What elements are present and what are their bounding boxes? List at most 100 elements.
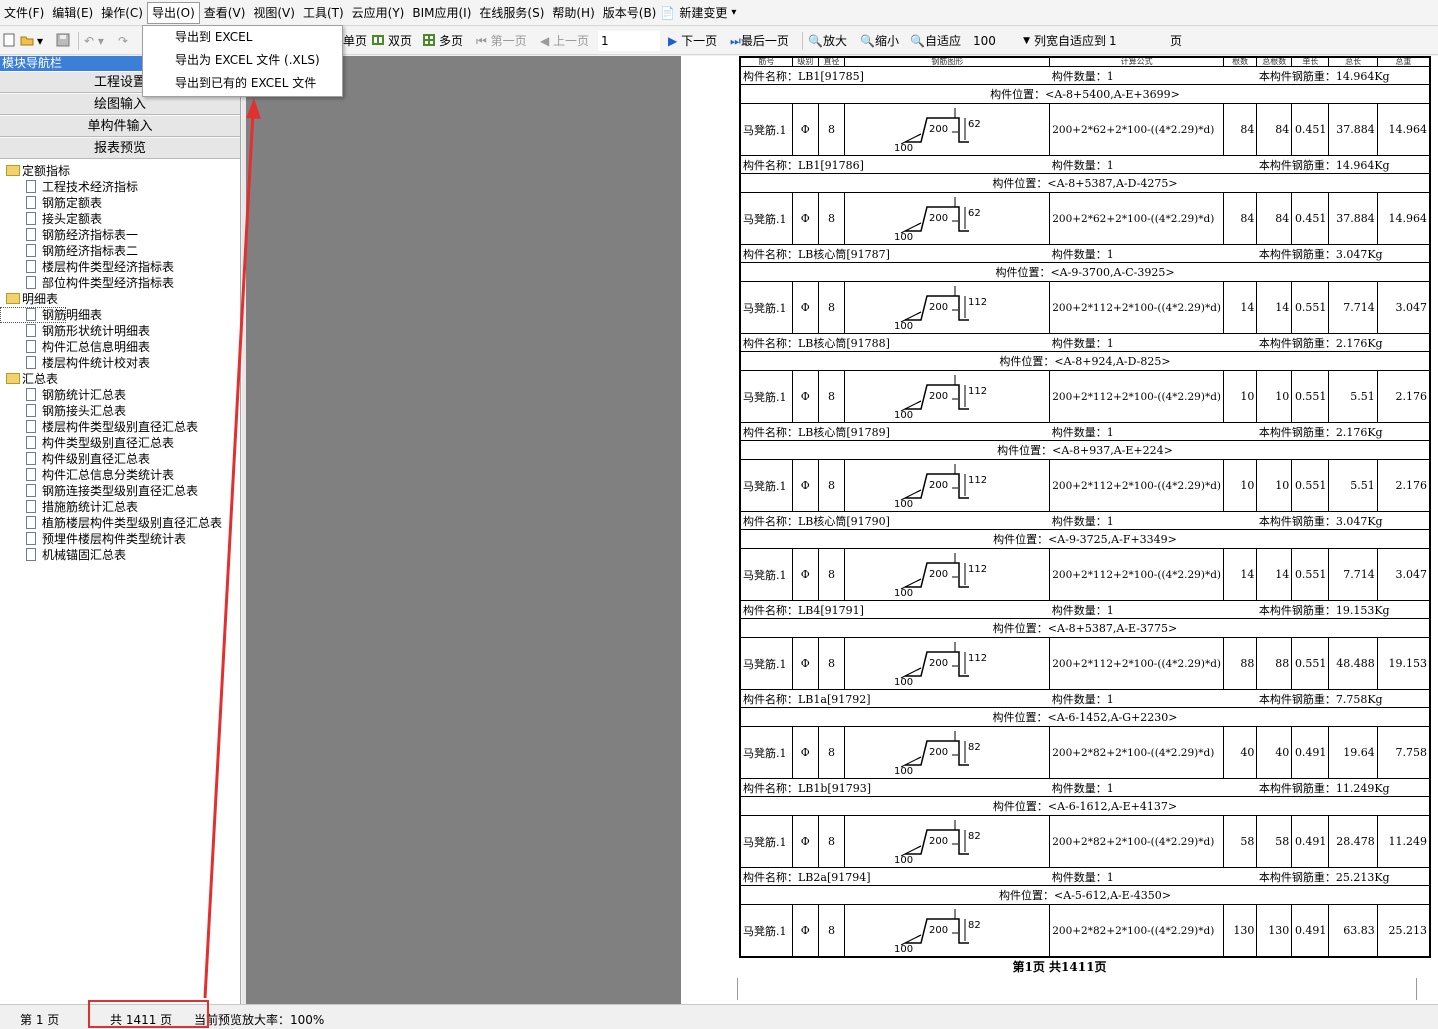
component-name: LB核心筒[91787] bbox=[798, 247, 890, 261]
tree-item[interactable]: 植筋楼层构件类型级别直径汇总表 bbox=[0, 515, 240, 531]
tree-item[interactable]: 接头定额表 bbox=[0, 211, 240, 227]
document-icon bbox=[26, 516, 36, 529]
export-dropdown: 导出到 EXCEL 导出为 EXCEL 文件 (.XLS) 导出到已有的 EXCEL… bbox=[142, 25, 343, 97]
dim-c: 100 bbox=[894, 944, 913, 953]
tree-item[interactable]: 措施筋统计汇总表 bbox=[0, 499, 240, 515]
menu-item-8[interactable]: BIM应用(I) bbox=[408, 2, 475, 24]
component-position-cell: 构件位置：<A-8+937,A-E+224> bbox=[739, 440, 1431, 460]
menu-item-4[interactable]: 查看(V) bbox=[200, 2, 250, 24]
bar-count: 14 bbox=[1223, 281, 1258, 334]
tree-folder[interactable]: 汇总表 bbox=[0, 371, 240, 387]
next-page-button[interactable]: ▶ 下一页 bbox=[668, 32, 717, 50]
single-page-button[interactable]: 单页 bbox=[343, 32, 367, 50]
tree-item-label: 钢筋接头汇总表 bbox=[42, 404, 127, 418]
tree-item[interactable]: 构件级别直径汇总表 bbox=[0, 451, 240, 467]
bar-weight: 7.758 bbox=[1376, 726, 1431, 779]
menu-item-5[interactable]: 视图(V) bbox=[249, 2, 299, 24]
export-menu-item-2[interactable]: 导出到已有的 EXCEL 文件 bbox=[143, 72, 342, 95]
component-position-row: 构件位置：<A-6-1452,A-G+2230> bbox=[739, 707, 1431, 727]
bar-name: 马凳筋.1 bbox=[739, 281, 793, 334]
menu-item-9[interactable]: 在线服务(S) bbox=[475, 2, 548, 24]
save-icon[interactable] bbox=[56, 32, 73, 50]
menu-item-12[interactable]: 新建变更 bbox=[675, 2, 731, 24]
dim-b: 82 bbox=[968, 831, 981, 842]
dim-a: 200 bbox=[929, 124, 948, 135]
component-count-label: 构件数量： bbox=[1051, 870, 1107, 884]
bar-weight: 19.153 bbox=[1376, 637, 1431, 690]
menu-item-0[interactable]: 文件(F) bbox=[0, 2, 48, 24]
component-weight-label: 本构件钢筋重： bbox=[1258, 69, 1336, 83]
menu-item-1[interactable]: 编辑(E) bbox=[48, 2, 97, 24]
tree-item[interactable]: 工程技术经济指标 bbox=[0, 179, 240, 195]
tree-item[interactable]: 楼层构件类型经济指标表 bbox=[0, 259, 240, 275]
tree-item[interactable]: 构件类型级别直径汇总表 bbox=[0, 435, 240, 451]
table-row: 马凳筋.1 Φ 8 200 82 100 200+2*82+2*100-((4*2.29)*… bbox=[739, 904, 1431, 958]
redo-icon[interactable]: ↷ bbox=[118, 32, 128, 50]
tree-item[interactable]: 钢筋形状统计明细表 bbox=[0, 323, 240, 339]
tree-item[interactable]: 钢筋连接类型级别直径汇总表 bbox=[0, 483, 240, 499]
bar-total-length: 37.884 bbox=[1328, 103, 1378, 156]
tree-folder[interactable]: 定额指标 bbox=[0, 163, 240, 179]
tree-item[interactable]: 构件汇总信息明细表 bbox=[0, 339, 240, 355]
undo-icon[interactable]: ↶ ▾ bbox=[84, 32, 104, 50]
component-weight: 11.249Kg bbox=[1335, 781, 1390, 795]
zoom-out-label: 缩小 bbox=[874, 34, 899, 48]
menu-item-6[interactable]: 工具(T) bbox=[299, 2, 348, 24]
zoom-in-button[interactable]: 🔍放大 bbox=[808, 32, 847, 50]
bar-unit-length: 0.491 bbox=[1291, 815, 1330, 868]
prev-page-button[interactable]: ◀ 上一页 bbox=[540, 32, 589, 50]
double-page-button[interactable]: 双页 bbox=[371, 32, 412, 50]
nav-button-2[interactable]: 单构件输入 bbox=[0, 115, 240, 137]
chevron-down-icon[interactable]: ▾ bbox=[731, 7, 736, 18]
last-page-button[interactable]: ⏭最后一页 bbox=[730, 32, 789, 50]
menu-item-11[interactable]: 版本号(B) bbox=[599, 2, 661, 24]
tree-item[interactable]: 构件汇总信息分类统计表 bbox=[0, 467, 240, 483]
zoom-select[interactable]: 100 ▼ bbox=[970, 31, 1032, 51]
open-folder-icon[interactable]: ▾ bbox=[20, 32, 43, 50]
component-count-label: 构件数量： bbox=[1051, 692, 1107, 706]
tree-item[interactable]: 钢筋统计汇总表 bbox=[0, 387, 240, 403]
bar-name: 马凳筋.1 bbox=[739, 637, 793, 690]
component-weight-cell: 本构件钢筋重：19.153Kg bbox=[1256, 600, 1431, 619]
page-unit-label: 页 bbox=[1170, 34, 1183, 48]
table-header-cell: 单长 bbox=[1291, 56, 1330, 67]
tree-item[interactable]: 楼层构件类型级别直径汇总表 bbox=[0, 419, 240, 435]
menu-bar: 文件(F) 编辑(E) 操作(C) 导出(O) 查看(V) 视图(V) 工具(T) 云应用(Y… bbox=[0, 0, 1438, 26]
component-position-row: 构件位置：<A-8+5400,A-E+3699> bbox=[739, 84, 1431, 104]
tree-item[interactable]: 楼层构件统计校对表 bbox=[0, 355, 240, 371]
tree-item[interactable]: 钢筋明细表 bbox=[0, 307, 102, 323]
tree-item[interactable]: 钢筋定额表 bbox=[0, 195, 240, 211]
new-file-icon[interactable] bbox=[2, 32, 19, 50]
tree-item[interactable]: 钢筋接头汇总表 bbox=[0, 403, 240, 419]
multi-page-button[interactable]: 多页 bbox=[422, 32, 463, 50]
component-name-label: 构件名称： bbox=[743, 425, 798, 439]
export-menu-item-0[interactable]: 导出到 EXCEL bbox=[143, 26, 342, 49]
menu-item-7[interactable]: 云应用(Y) bbox=[348, 2, 409, 24]
bar-unit-length: 0.551 bbox=[1291, 548, 1330, 601]
menu-item-10[interactable]: 帮助(H) bbox=[548, 2, 598, 24]
menu-item-3[interactable]: 导出(O) bbox=[146, 1, 200, 24]
document-icon bbox=[26, 244, 36, 257]
page-number-input[interactable]: 1 bbox=[598, 31, 660, 51]
menu-item-2[interactable]: 操作(C) bbox=[97, 2, 147, 24]
tree-item[interactable]: 钢筋经济指标表二 bbox=[0, 243, 240, 259]
component-weight-label: 本构件钢筋重： bbox=[1258, 158, 1336, 172]
bar-shape-drawing: 200 112 100 bbox=[894, 642, 987, 688]
first-page-button[interactable]: ⏮ 第一页 bbox=[476, 32, 527, 50]
bar-shape: 200 62 100 bbox=[844, 103, 1051, 156]
nav-button-3[interactable]: 报表预览 bbox=[0, 137, 240, 159]
tree-folder[interactable]: 明细表 bbox=[0, 291, 240, 307]
tree-item[interactable]: 部位构件类型经济指标表 bbox=[0, 275, 240, 291]
fit-button[interactable]: 🔍自适应 bbox=[910, 32, 961, 50]
tree-item[interactable]: 钢筋经济指标表一 bbox=[0, 227, 240, 243]
tree-item[interactable]: 预埋件楼层构件类型统计表 bbox=[0, 531, 240, 547]
folder-icon bbox=[6, 293, 20, 304]
component-position: <A-9-3700,A-C-3925> bbox=[1050, 266, 1175, 279]
dim-b: 112 bbox=[968, 475, 987, 486]
col-fit-input[interactable]: 1 bbox=[1106, 31, 1168, 51]
export-menu-item-1[interactable]: 导出为 EXCEL 文件 (.XLS) bbox=[143, 49, 342, 72]
bar-grade: Φ bbox=[791, 637, 819, 690]
component-name: LB1a[91792] bbox=[798, 692, 871, 706]
zoom-out-button[interactable]: 🔍缩小 bbox=[860, 32, 899, 50]
tree-item[interactable]: 机械锚固汇总表 bbox=[0, 547, 240, 563]
